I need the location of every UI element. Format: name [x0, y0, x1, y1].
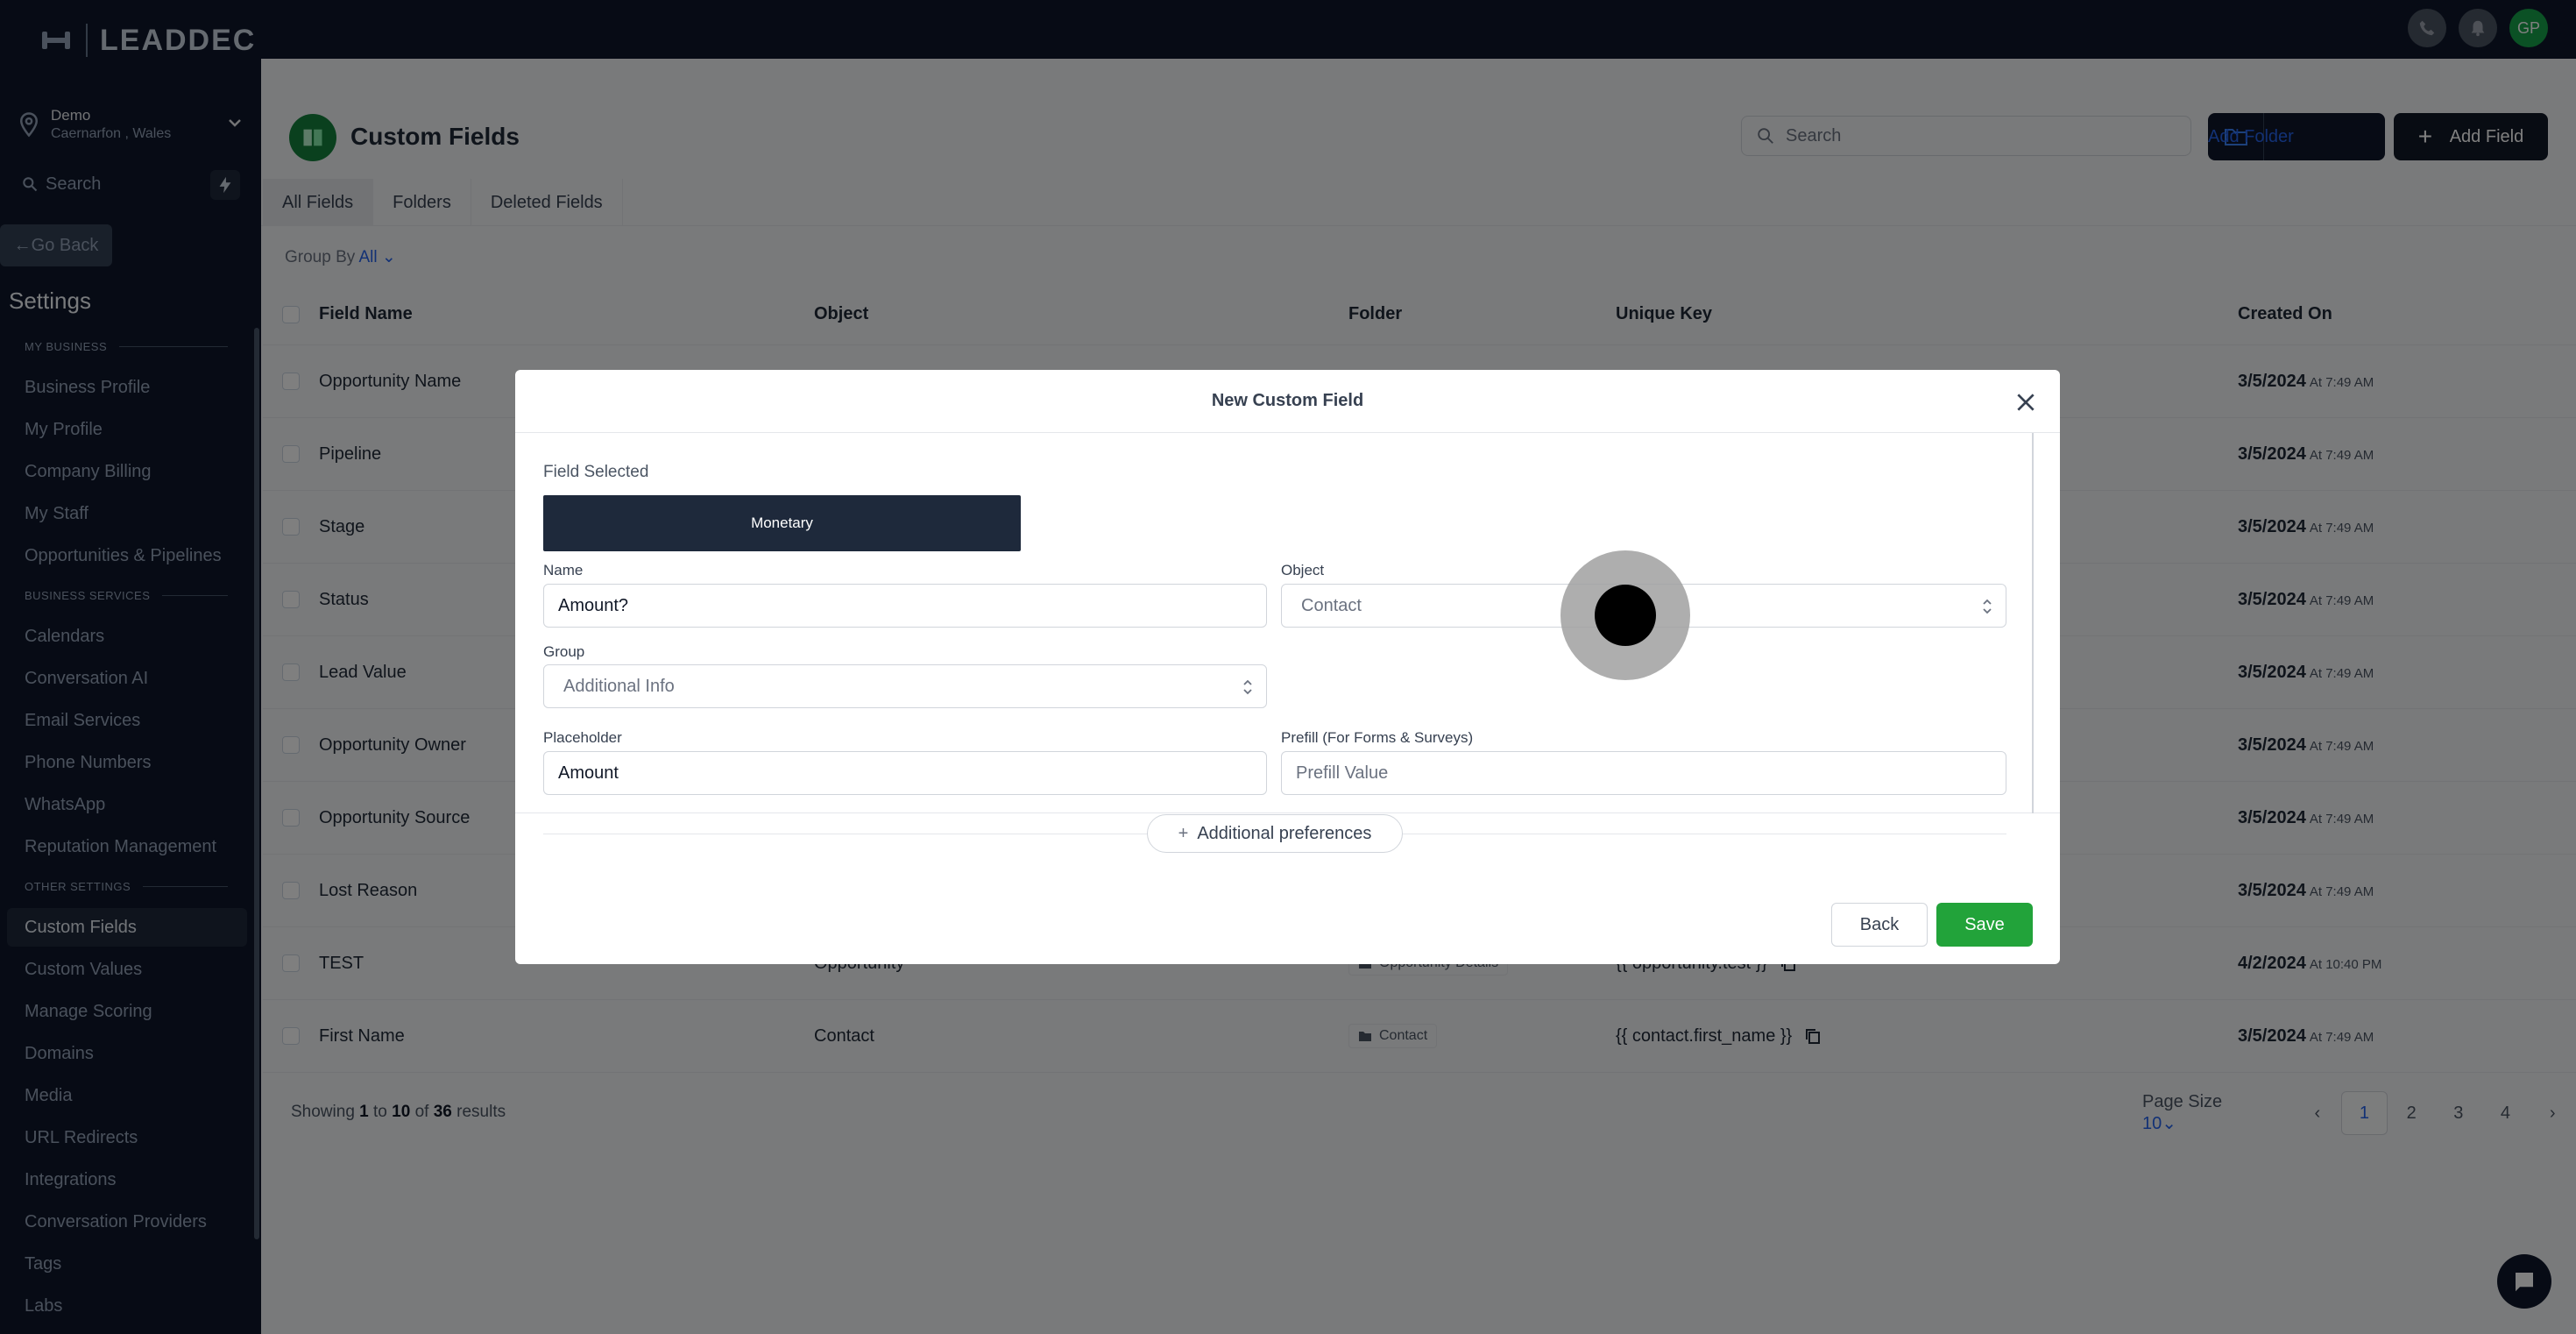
field-type-monetary[interactable]: Monetary [543, 495, 1021, 551]
back-button[interactable]: Back [1831, 903, 1928, 947]
placeholder-label: Placeholder [543, 729, 622, 746]
modal-title: New Custom Field [515, 370, 2060, 433]
plus-icon: + [1178, 823, 1189, 843]
placeholder-input[interactable]: Amount [543, 751, 1267, 795]
name-input[interactable]: Amount? [543, 584, 1267, 628]
field-selected-label: Field Selected [543, 463, 649, 481]
name-label: Name [543, 562, 584, 578]
additional-preferences-button[interactable]: + Additional preferences [1147, 814, 1403, 853]
additional-preferences-label: Additional preferences [1197, 823, 1372, 843]
group-label: Group [543, 643, 585, 660]
close-icon[interactable] [2014, 391, 2037, 414]
cursor-dot [1595, 585, 1656, 646]
object-label: Object [1281, 562, 1325, 578]
group-select[interactable]: Additional Info [543, 664, 1267, 708]
modal-scrollbar[interactable] [2032, 433, 2034, 813]
prefill-label: Prefill (For Forms & Surveys) [1281, 729, 1474, 746]
save-button[interactable]: Save [1936, 903, 2033, 947]
select-arrows-icon [1243, 679, 1252, 695]
prefill-input[interactable]: Prefill Value [1281, 751, 2006, 795]
select-arrows-icon [1983, 599, 1992, 614]
